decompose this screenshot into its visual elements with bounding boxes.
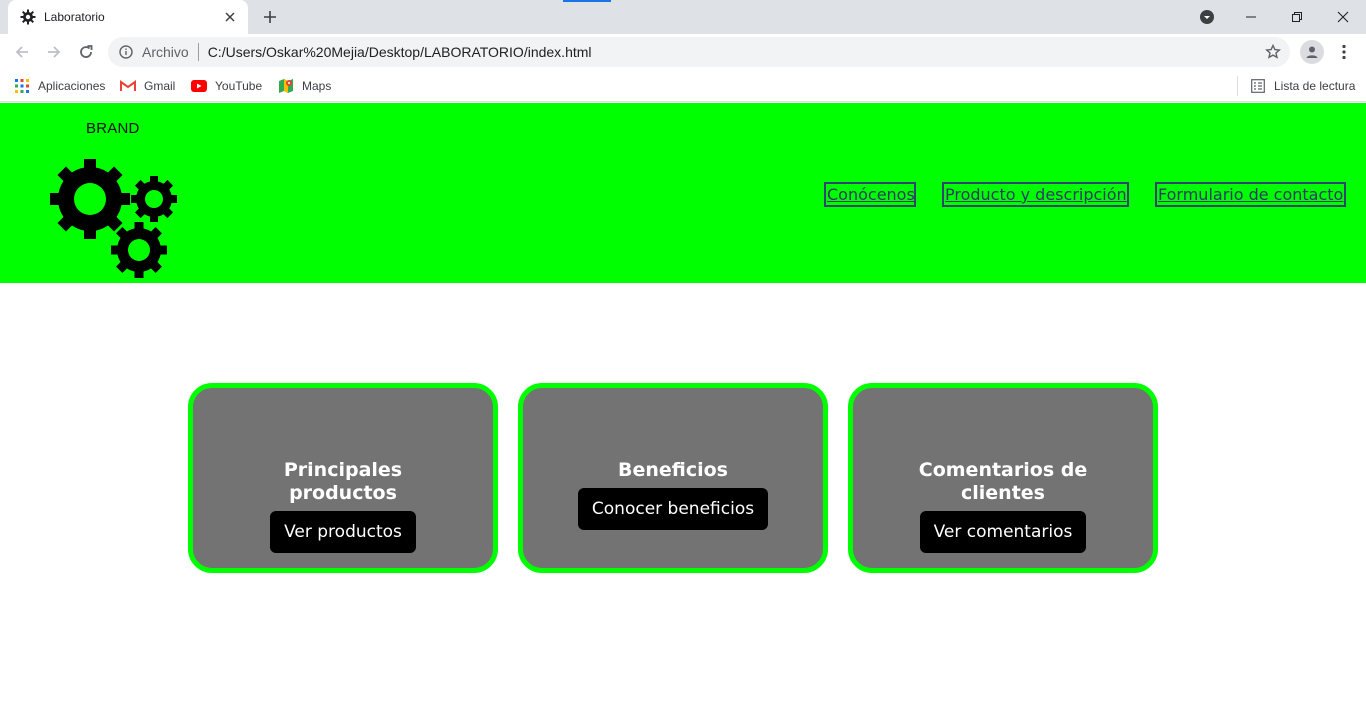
nav-link-producto[interactable]: Producto y descripción (945, 185, 1127, 204)
scheme-label: Archivo (142, 44, 189, 60)
reading-list-label: Lista de lectura (1274, 79, 1356, 93)
info-icon[interactable] (118, 44, 134, 60)
bookmark-label: Aplicaciones (38, 79, 106, 93)
youtube-icon (191, 78, 207, 94)
nav-item-contacto[interactable]: Formulario de contacto (1155, 182, 1346, 207)
new-tab-icon[interactable] (258, 6, 282, 28)
reload-icon[interactable] (72, 38, 100, 66)
more-menu-icon[interactable] (1334, 40, 1354, 64)
nav-item-conocenos[interactable]: Conócenos (824, 182, 916, 207)
page-viewport: BRAND Conócenos Producto y descripción F… (0, 103, 1366, 728)
bookmark-label: YouTube (215, 79, 263, 93)
site-header: BRAND Conócenos Producto y descripción F… (0, 103, 1366, 283)
reading-list-icon (1250, 78, 1266, 94)
card-title-line1: Comentarios de (918, 459, 1088, 481)
ver-comentarios-button[interactable]: Ver comentarios (920, 511, 1086, 553)
brand-text: BRAND (86, 120, 140, 137)
nav-link-conocenos[interactable]: Conócenos (827, 185, 915, 204)
maps-icon (278, 78, 294, 94)
bookmark-maps[interactable]: Maps (278, 76, 331, 96)
forward-arrow-icon[interactable] (40, 38, 68, 66)
ver-productos-button[interactable]: Ver productos (270, 511, 416, 553)
address-bar[interactable]: Archivo C:/Users/Oskar%20Mejia/Desktop/L… (108, 37, 1290, 67)
bookmark-gmail[interactable]: Gmail (120, 76, 175, 96)
gear-favicon-icon (20, 9, 36, 25)
card-comentarios: Comentarios de clientes Ver comentarios (848, 383, 1158, 573)
close-tab-icon[interactable] (222, 9, 238, 25)
bookmark-star-icon[interactable] (1264, 43, 1282, 61)
nav-link-contacto[interactable]: Formulario de contacto (1158, 185, 1343, 204)
card-title-line1: Beneficios (617, 459, 728, 481)
minimize-icon[interactable] (1228, 0, 1274, 34)
tab-strip: Laboratorio (0, 0, 1366, 34)
bookmarks-bar: Aplicaciones Gmail YouTube Maps Lista de… (0, 70, 1366, 102)
window-controls (1228, 0, 1366, 34)
bookmark-aplicaciones[interactable]: Aplicaciones (14, 76, 105, 96)
gmail-icon (120, 78, 136, 94)
bookmark-label: Gmail (144, 79, 176, 93)
tab-title: Laboratorio (44, 10, 105, 24)
conocer-beneficios-button[interactable]: Conocer beneficios (578, 488, 768, 530)
card-title-line2: productos (289, 482, 397, 504)
tab-search-icon[interactable] (1196, 6, 1218, 28)
card-productos: Principales productos Ver productos (188, 383, 498, 573)
reading-list-button[interactable]: Lista de lectura (1250, 76, 1355, 96)
close-window-icon[interactable] (1320, 0, 1366, 34)
bookmark-label: Maps (302, 79, 332, 93)
tab-strip-accent (563, 0, 611, 2)
profile-avatar-icon[interactable] (1300, 40, 1324, 64)
browser-toolbar: Archivo C:/Users/Oskar%20Mejia/Desktop/L… (0, 34, 1366, 70)
restore-icon[interactable] (1274, 0, 1320, 34)
bookmarks-separator (1237, 76, 1238, 96)
back-arrow-icon[interactable] (8, 38, 36, 66)
nav-item-producto[interactable]: Producto y descripción (942, 182, 1129, 207)
card-title-line2: clientes (961, 482, 1045, 504)
card-title-line1: Principales (283, 459, 403, 481)
url-text[interactable]: C:/Users/Oskar%20Mejia/Desktop/LABORATOR… (208, 44, 592, 60)
bookmark-youtube[interactable]: YouTube (191, 76, 262, 96)
apps-grid-icon (14, 78, 30, 94)
omnibox-separator (197, 43, 199, 61)
gears-logo-icon (50, 159, 177, 278)
card-beneficios: Beneficios Conocer beneficios (518, 383, 828, 573)
browser-tab[interactable]: Laboratorio (8, 0, 248, 34)
